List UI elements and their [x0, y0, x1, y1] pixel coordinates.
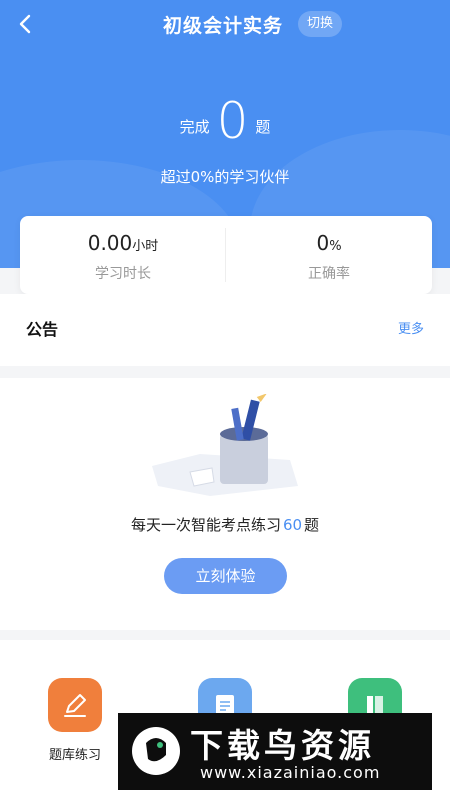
page-title: 初级会计实务: [163, 15, 284, 37]
study-time-unit: 小时: [132, 239, 159, 254]
try-now-button[interactable]: 立刻体验: [164, 558, 287, 594]
switch-subject-button[interactable]: 切换: [298, 11, 342, 37]
notice-section: 公告 更多: [0, 294, 450, 366]
notice-more-link[interactable]: 更多: [398, 318, 424, 337]
daily-practice-card: 每天一次智能考点练习 60 题 立刻体验: [0, 378, 450, 630]
ranking-text: 超过0%的学习伙伴: [160, 168, 290, 186]
pencil-cup-illustration: [152, 394, 298, 496]
study-time-label: 学习时长: [95, 266, 151, 282]
watermark-url: www.xiazainiao.com: [200, 763, 381, 782]
completed-summary: 完成 0 题: [0, 96, 450, 146]
practice-count: 60: [282, 516, 303, 534]
completed-count: 0: [216, 92, 249, 150]
practice-text-suffix: 题: [304, 516, 320, 534]
top-bar: 初级会计实务 切换: [0, 0, 450, 50]
stats-card: 0.00小时 学习时长 0% 正确率: [20, 216, 432, 294]
back-arrow-icon[interactable]: [14, 12, 38, 36]
watermark-title: 下载鸟资源: [190, 726, 375, 765]
accuracy-value: 0: [316, 231, 330, 255]
accuracy-label: 正确率: [308, 266, 350, 282]
accuracy-stat: 0% 正确率: [226, 216, 432, 294]
question-bank-tile[interactable]: 题库练习: [30, 678, 120, 763]
watermark-banner: 下载鸟资源 www.xiazainiao.com: [118, 713, 432, 790]
notice-title: 公告: [26, 320, 59, 339]
study-time-stat: 0.00小时 学习时长: [20, 216, 226, 294]
tile-label: 题库练习: [48, 748, 101, 763]
study-time-value: 0.00: [87, 231, 133, 255]
stat-value: 0%: [226, 231, 432, 255]
daily-practice-text: 每天一次智能考点练习 60 题: [0, 514, 450, 535]
practice-text-prefix: 每天一次智能考点练习: [130, 516, 281, 534]
bird-logo-icon: [132, 727, 180, 775]
pencil-icon: [48, 678, 102, 732]
stat-value: 0.00小时: [20, 231, 226, 255]
completed-prefix: 完成: [179, 118, 210, 136]
accuracy-unit: %: [329, 239, 342, 254]
completed-suffix: 题: [255, 118, 271, 136]
